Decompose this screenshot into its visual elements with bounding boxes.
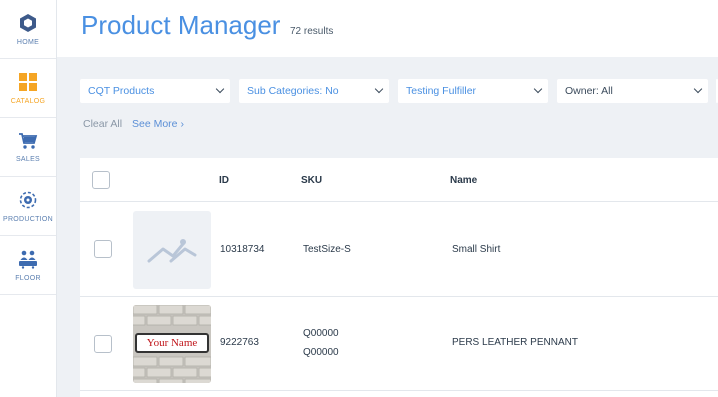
product-table: ID SKU Name 10318734 TestSize-S Small Sh… bbox=[80, 158, 718, 397]
nav-label-production: PRODUCTION bbox=[2, 215, 54, 223]
nav-item-floor[interactable]: FLOOR bbox=[0, 236, 56, 295]
product-sku: Q00000 bbox=[303, 328, 339, 339]
product-id: 9222763 bbox=[220, 337, 259, 348]
sidebar: HOME CATALOG SALES PRODUCTION FLOOR bbox=[0, 0, 57, 397]
see-more-link[interactable]: See More › bbox=[132, 118, 184, 130]
filter-fulfiller-label: Testing Fulfiller bbox=[406, 85, 477, 97]
nav-label-catalog: CATALOG bbox=[10, 97, 46, 105]
nameplate-text: Your Name bbox=[135, 333, 209, 353]
product-name[interactable]: PERS LEATHER PENNANT bbox=[452, 337, 578, 348]
chevron-down-icon bbox=[215, 84, 225, 94]
table-row[interactable]: Your Name 9222763 Q00000 Q00000 PERS LEA… bbox=[80, 297, 718, 391]
filter-owner-label: Owner: All bbox=[565, 85, 613, 97]
row-checkbox[interactable] bbox=[94, 335, 112, 353]
product-sku: TestSize-S bbox=[303, 244, 351, 255]
nav-label-home: HOME bbox=[16, 38, 40, 46]
filter-fulfiller[interactable]: Testing Fulfiller bbox=[398, 79, 548, 103]
cart-icon bbox=[19, 132, 38, 149]
column-header-id[interactable]: ID bbox=[219, 175, 229, 186]
page-header: Product Manager 72 results bbox=[57, 0, 718, 57]
grid-icon bbox=[19, 72, 37, 91]
product-name[interactable]: Small Shirt bbox=[452, 244, 500, 255]
table-row[interactable]: 10318734 TestSize-S Small Shirt bbox=[80, 203, 718, 297]
nav-item-home[interactable]: HOME bbox=[0, 0, 56, 59]
results-count: 72 results bbox=[290, 26, 334, 37]
filter-products[interactable]: CQT Products bbox=[80, 79, 230, 103]
hexagon-icon bbox=[20, 13, 36, 32]
row-checkbox[interactable] bbox=[94, 240, 112, 258]
filter-owner[interactable]: Owner: All bbox=[557, 79, 708, 103]
product-thumbnail: Your Name bbox=[133, 305, 211, 383]
filter-products-label: CQT Products bbox=[88, 85, 155, 97]
filter-sub-categories-label: Sub Categories: No bbox=[247, 85, 339, 97]
page-title: Product Manager bbox=[81, 10, 281, 40]
nav-label-sales: SALES bbox=[15, 155, 41, 163]
product-id: 10318734 bbox=[220, 244, 265, 255]
product-thumbnail bbox=[133, 211, 211, 289]
column-header-name[interactable]: Name bbox=[450, 175, 477, 186]
nav-label-floor: FLOOR bbox=[15, 274, 41, 282]
gear-icon bbox=[19, 191, 37, 208]
clear-all-link[interactable]: Clear All bbox=[83, 118, 122, 130]
product-sku-secondary: Q00000 bbox=[303, 347, 339, 358]
chevron-down-icon bbox=[374, 84, 384, 94]
nav-item-catalog[interactable]: CATALOG bbox=[0, 59, 56, 118]
nav-item-sales[interactable]: SALES bbox=[0, 118, 56, 177]
select-all-checkbox[interactable] bbox=[92, 171, 110, 189]
table-header: ID SKU Name bbox=[80, 158, 718, 202]
nav-item-production[interactable]: PRODUCTION bbox=[0, 177, 56, 236]
chevron-down-icon bbox=[693, 84, 703, 94]
filter-sub-categories[interactable]: Sub Categories: No bbox=[239, 79, 389, 103]
workers-icon bbox=[19, 250, 37, 269]
column-header-sku[interactable]: SKU bbox=[301, 175, 322, 186]
image-placeholder-icon bbox=[147, 239, 197, 263]
chevron-down-icon bbox=[533, 84, 543, 94]
